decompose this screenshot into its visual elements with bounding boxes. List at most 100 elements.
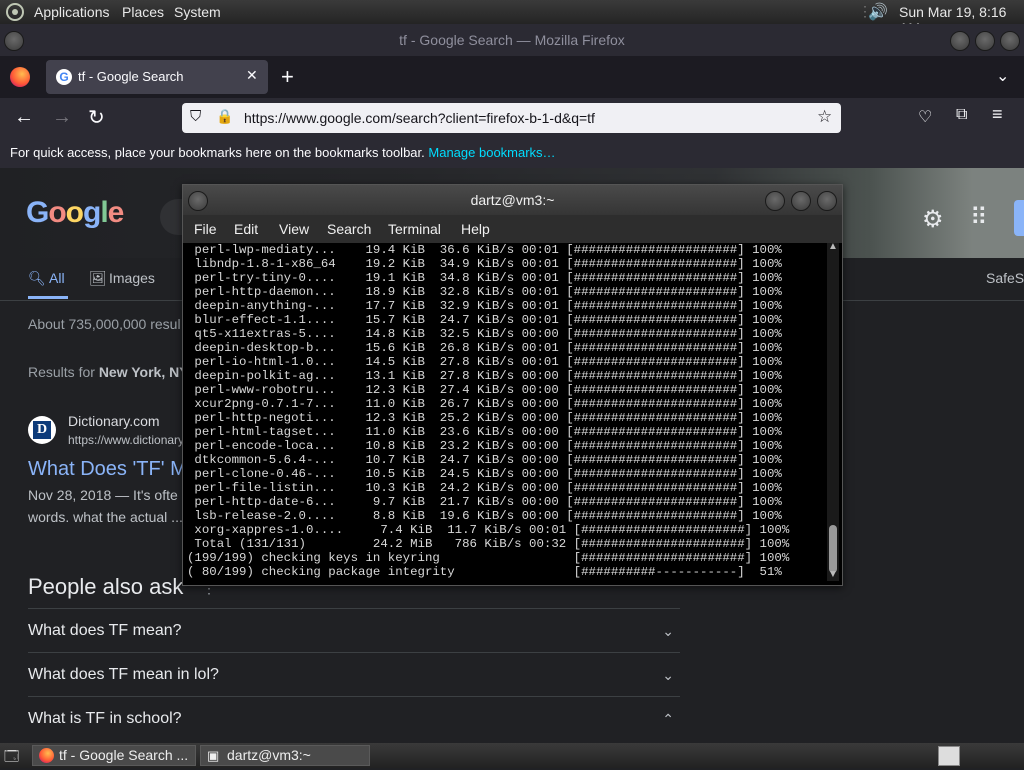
chevron-up-icon[interactable]: ⌃ bbox=[662, 697, 674, 741]
terminal-line: perl-http-daemon... 18.9 KiB 32.8 KiB/s … bbox=[187, 285, 782, 299]
terminal-line: perl-lwp-mediaty... 19.4 KiB 36.6 KiB/s … bbox=[187, 243, 782, 257]
bookmarks-toolbar: For quick access, place your bookmarks h… bbox=[0, 138, 1024, 168]
result-title-link[interactable]: What Does 'TF' M bbox=[28, 458, 187, 481]
terminal-close-button[interactable] bbox=[817, 191, 837, 211]
search-icon: 🔍︎ bbox=[28, 270, 46, 286]
google-logo[interactable]: Google bbox=[26, 196, 124, 230]
terminal-minimize-button[interactable] bbox=[765, 191, 785, 211]
volume-icon[interactable]: 🔊 bbox=[868, 2, 888, 22]
result-count: About 735,000,000 resul bbox=[28, 316, 181, 332]
terminal-titlebar[interactable]: dartz@vm3:~ bbox=[183, 185, 842, 215]
bookmarks-message: For quick access, place your bookmarks h… bbox=[10, 145, 425, 160]
results-for-prefix: Results for bbox=[28, 364, 95, 380]
applications-menu[interactable]: Applications bbox=[34, 4, 110, 20]
places-menu[interactable]: Places bbox=[122, 4, 164, 20]
result-snippet-line1: Nov 28, 2018 — It's ofte bbox=[28, 487, 178, 503]
terminal-window[interactable]: dartz@vm3:~ File Edit View Search Termin… bbox=[182, 184, 843, 586]
list-all-tabs-icon[interactable]: ⌄ bbox=[996, 66, 1009, 86]
terminal-menu-edit[interactable]: Edit bbox=[234, 221, 258, 237]
terminal-task-icon: ▣ bbox=[207, 748, 220, 763]
firefox-titlebar: tf - Google Search — Mozilla Firefox bbox=[0, 24, 1024, 56]
url-bar[interactable]: ⛉ 🔒 https://www.google.com/search?client… bbox=[182, 103, 841, 133]
chevron-down-icon[interactable]: ⌄ bbox=[662, 653, 674, 697]
tab-all[interactable]: All bbox=[49, 270, 65, 286]
terminal-scrollbar[interactable]: ▲ ▼ bbox=[827, 241, 839, 581]
back-button-icon[interactable]: ← bbox=[14, 106, 34, 129]
taskbar-terminal[interactable]: ▣ dartz@vm3:~ bbox=[200, 745, 370, 766]
terminal-menu-terminal[interactable]: Terminal bbox=[388, 221, 441, 237]
bottom-taskbar: 🗔 tf - Google Search ... ▣ dartz@vm3:~ bbox=[0, 743, 1024, 768]
taskbar-firefox-label: tf - Google Search ... bbox=[59, 747, 189, 763]
close-tab-icon[interactable]: ✕ bbox=[246, 67, 258, 84]
url-text[interactable]: https://www.google.com/search?client=fir… bbox=[244, 110, 595, 126]
apps-grid-icon[interactable]: ⠿ bbox=[970, 203, 988, 232]
show-desktop-icon[interactable]: 🗔 bbox=[4, 746, 19, 770]
result-site-url[interactable]: https://www.dictionary bbox=[68, 433, 184, 447]
results-for-location[interactable]: New York, NY bbox=[99, 364, 189, 380]
terminal-scrollbar-thumb[interactable] bbox=[829, 525, 837, 573]
paa-heading: People also ask bbox=[28, 574, 184, 599]
manage-bookmarks-link[interactable]: Manage bookmarks… bbox=[428, 145, 555, 160]
window-title: tf - Google Search — Mozilla Firefox bbox=[399, 32, 625, 48]
images-icon: 🖼︎ bbox=[89, 270, 107, 286]
terminal-line: perl-http-date-6... 9.7 KiB 21.7 KiB/s 0… bbox=[187, 495, 782, 509]
system-menu[interactable]: System bbox=[174, 4, 221, 20]
tab-google-search[interactable]: G tf - Google Search ✕ bbox=[46, 60, 268, 94]
app-menu-icon[interactable]: ≡ bbox=[992, 104, 1003, 125]
safesearch-link[interactable]: SafeS bbox=[986, 270, 1024, 286]
result-site-name[interactable]: Dictionary.com bbox=[68, 413, 160, 429]
terminal-line: xcur2png-0.7.1-7... 11.0 KiB 26.7 KiB/s … bbox=[187, 397, 782, 411]
terminal-line: xorg-xappres-1.0.... 7.4 KiB 11.7 KiB/s … bbox=[187, 523, 790, 537]
paa-question-text: What is TF in school? bbox=[28, 710, 182, 727]
bookmark-star-icon[interactable]: ☆ bbox=[817, 107, 832, 127]
results-for-line: Results for New York, NY bbox=[28, 364, 189, 380]
terminal-line: lsb-release-2.0.... 8.8 KiB 19.6 KiB/s 0… bbox=[187, 509, 782, 523]
terminal-line: perl-html-tagset... 11.0 KiB 23.6 KiB/s … bbox=[187, 425, 782, 439]
terminal-menu-view[interactable]: View bbox=[279, 221, 309, 237]
pocket-icon[interactable]: ♡ bbox=[918, 107, 932, 127]
terminal-line: perl-io-html-1.0... 14.5 KiB 27.8 KiB/s … bbox=[187, 355, 782, 369]
gnome-foot-icon[interactable] bbox=[6, 3, 24, 21]
terminal-menu-file[interactable]: File bbox=[194, 221, 217, 237]
active-tab-indicator bbox=[28, 296, 68, 299]
taskbar-firefox[interactable]: tf - Google Search ... bbox=[32, 745, 196, 766]
close-window-button[interactable] bbox=[1000, 31, 1020, 51]
terminal-window-menu-button[interactable] bbox=[188, 191, 208, 211]
result-snippet-line2: words. what the actual ... bbox=[28, 509, 183, 525]
terminal-line: deepin-anything-... 17.7 KiB 32.9 KiB/s … bbox=[187, 299, 782, 313]
terminal-line: perl-http-negoti... 12.3 KiB 25.2 KiB/s … bbox=[187, 411, 782, 425]
tab-title: tf - Google Search bbox=[78, 69, 184, 84]
terminal-maximize-button[interactable] bbox=[791, 191, 811, 211]
maximize-button[interactable] bbox=[975, 31, 995, 51]
extensions-icon[interactable]: ⧉ bbox=[956, 106, 967, 124]
settings-gear-icon[interactable]: ⚙ bbox=[922, 205, 944, 234]
terminal-line: qt5-x11extras-5.... 14.8 KiB 32.5 KiB/s … bbox=[187, 327, 782, 341]
tab-images[interactable]: Images bbox=[109, 270, 155, 286]
terminal-line: dtkcommon-5.6.4-... 10.7 KiB 24.7 KiB/s … bbox=[187, 453, 782, 467]
firefox-logo-icon[interactable] bbox=[10, 67, 30, 87]
minimize-button[interactable] bbox=[950, 31, 970, 51]
paa-question[interactable]: What does TF mean? ⌄ bbox=[28, 608, 680, 653]
terminal-menu-help[interactable]: Help bbox=[461, 221, 490, 237]
terminal-menu-search[interactable]: Search bbox=[327, 221, 371, 237]
window-menu-button[interactable] bbox=[4, 31, 24, 51]
firefox-task-icon bbox=[39, 748, 54, 763]
tracking-protection-icon[interactable]: ⛉ bbox=[190, 108, 201, 125]
paa-question[interactable]: What does TF mean in lol? ⌄ bbox=[28, 652, 680, 697]
lock-icon[interactable]: 🔒 bbox=[216, 108, 233, 125]
paa-question-text: What does TF mean in lol? bbox=[28, 666, 219, 683]
reload-button-icon[interactable]: ↻ bbox=[88, 105, 105, 130]
terminal-output[interactable]: perl-lwp-mediaty... 19.4 KiB 36.6 KiB/s … bbox=[187, 243, 825, 583]
forward-button-icon[interactable]: → bbox=[52, 106, 72, 129]
paa-question[interactable]: What is TF in school? ⌃ bbox=[28, 696, 680, 741]
workspace-switcher[interactable] bbox=[938, 746, 960, 766]
terminal-menubar: File Edit View Search Terminal Help bbox=[183, 215, 842, 243]
scroll-down-arrow-icon[interactable]: ▼ bbox=[828, 569, 838, 580]
sign-in-button[interactable] bbox=[1014, 200, 1024, 236]
new-tab-button[interactable]: + bbox=[281, 64, 294, 90]
scroll-up-arrow-icon[interactable]: ▲ bbox=[828, 241, 838, 252]
terminal-line: perl-file-listin... 10.3 KiB 24.2 KiB/s … bbox=[187, 481, 782, 495]
terminal-line: blur-effect-1.1.... 15.7 KiB 24.7 KiB/s … bbox=[187, 313, 782, 327]
chevron-down-icon[interactable]: ⌄ bbox=[662, 609, 674, 653]
dictionary-d-icon: D bbox=[33, 421, 51, 439]
